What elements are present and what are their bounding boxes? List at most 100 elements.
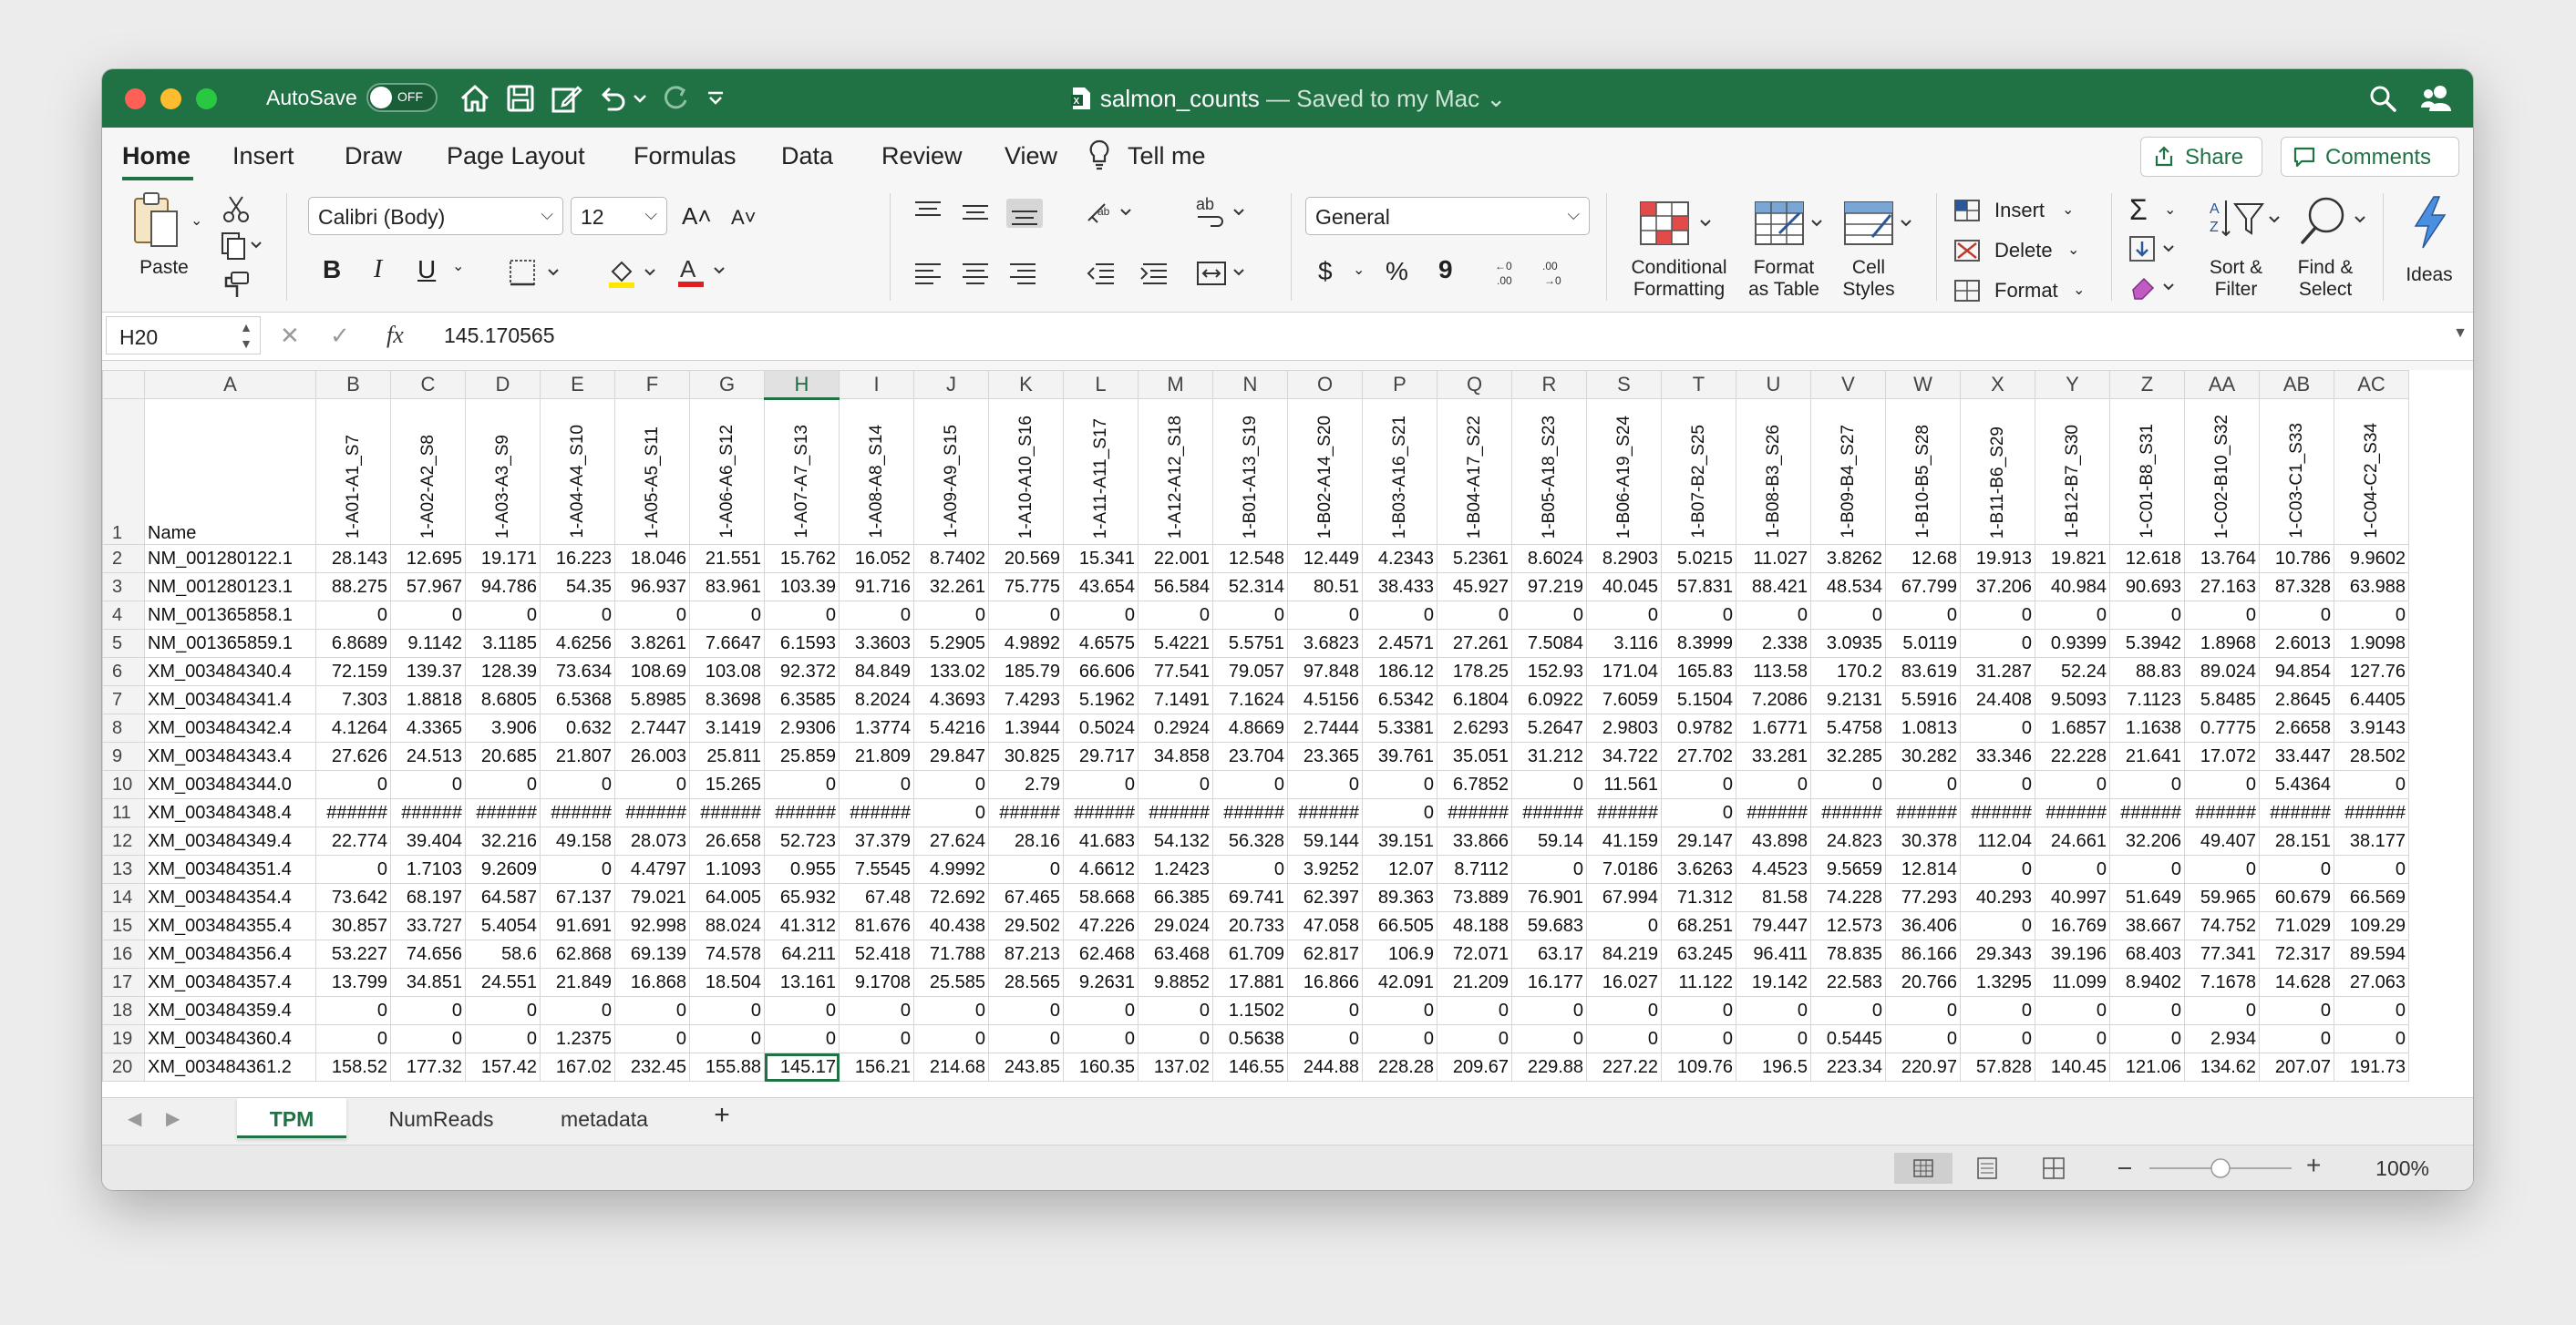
cell[interactable]: 2.9803 [1586,714,1662,743]
cell[interactable]: 66.569 [2334,883,2409,912]
cell[interactable]: 19.171 [465,544,541,573]
cell[interactable]: 0 [988,1024,1064,1053]
cell[interactable]: 146.55 [1212,1053,1288,1082]
cell[interactable]: 0.7775 [2184,714,2260,743]
percent-button[interactable]: % [1386,257,1408,286]
cell[interactable]: 0 [1511,996,1587,1025]
cell[interactable]: 67.48 [839,883,914,912]
cell[interactable]: 9.9602 [2334,544,2409,573]
cell[interactable]: 0 [1586,911,1662,940]
cell[interactable]: 22.583 [1810,968,1886,997]
cell[interactable]: 92.372 [764,657,840,686]
cell[interactable]: 38.177 [2334,827,2409,856]
cell[interactable]: 57.967 [390,572,466,601]
cell[interactable]: 78.835 [1810,940,1886,969]
cell[interactable]: 0 [2334,601,2409,630]
cell[interactable]: 20.766 [1885,968,1961,997]
cell[interactable]: 6.5342 [1362,685,1437,714]
cell[interactable]: 0 [1063,1024,1139,1053]
cell[interactable]: 15.762 [764,544,840,573]
wrap-text-icon[interactable]: ab [1194,193,1258,230]
cell[interactable]: 232.45 [614,1053,690,1082]
cell[interactable]: 63.988 [2334,572,2409,601]
cell[interactable]: 109.29 [2334,911,2409,940]
cell[interactable]: 87.328 [2259,572,2334,601]
cell[interactable]: 0 [1960,996,2035,1025]
increase-font-size-icon[interactable]: A˄ [682,202,712,231]
cell[interactable]: 0 [764,770,840,799]
cell[interactable]: 0 [614,1024,690,1053]
cell[interactable]: 185.79 [988,657,1064,686]
cell[interactable]: 7.5084 [1511,629,1587,658]
cell[interactable]: 157.42 [465,1053,541,1082]
cell[interactable]: 0 [1960,1024,2035,1053]
name-box[interactable]: H20 ▲ ▼ [106,316,261,354]
cell[interactable]: 140.45 [2035,1053,2110,1082]
cell[interactable]: 1-C02-B10_S32 [2184,398,2260,545]
cell[interactable]: ###### [1736,798,1811,827]
cell[interactable]: 52.314 [1212,572,1288,601]
row-header[interactable]: 6 [102,657,145,686]
cell[interactable]: ###### [2035,798,2110,827]
cell[interactable]: 11.122 [1661,968,1736,997]
cell[interactable]: 73.642 [315,883,391,912]
row-header[interactable]: 11 [102,798,145,827]
cell[interactable]: 66.606 [1063,657,1139,686]
cell[interactable]: 5.0215 [1661,544,1736,573]
cell[interactable]: XM_003484349.4 [144,827,316,856]
cell[interactable]: 56.328 [1212,827,1288,856]
cell[interactable]: 0 [1960,855,2035,884]
cell[interactable]: 77.541 [1138,657,1213,686]
cell[interactable]: 62.868 [540,940,615,969]
cell[interactable]: 155.88 [689,1053,765,1082]
cell[interactable]: 6.8689 [315,629,391,658]
cell[interactable]: 51.649 [2109,883,2185,912]
cell[interactable]: 0 [1810,601,1886,630]
cell[interactable]: 227.22 [1586,1053,1662,1082]
cell[interactable]: 41.683 [1063,827,1139,856]
cell[interactable]: 0 [2109,855,2185,884]
fill-color-icon[interactable] [605,257,669,290]
cell[interactable]: 0 [390,1024,466,1053]
row-header[interactable]: 13 [102,855,145,884]
cell[interactable]: 1-B11-B6_S29 [1960,398,2035,545]
cell[interactable]: 0 [2035,855,2110,884]
cell[interactable]: 0 [1287,996,1363,1025]
sheet-tab-tpm[interactable]: TPM [237,1098,346,1138]
cell[interactable]: 72.071 [1437,940,1512,969]
format-painter-icon[interactable] [219,270,252,301]
underline-dropdown-icon[interactable]: ⌄ [452,257,464,275]
confirm-formula-icon[interactable]: ✓ [330,322,350,350]
cell[interactable]: 36.406 [1885,911,1961,940]
cell[interactable]: 2.6013 [2259,629,2334,658]
cell[interactable]: 9.1708 [839,968,914,997]
cell[interactable]: 0 [1960,770,2035,799]
cell-styles-icon[interactable] [1841,199,1923,250]
cell[interactable]: 160.35 [1063,1053,1139,1082]
cell[interactable]: ###### [1138,798,1213,827]
column-header[interactable]: T [1661,370,1736,399]
cell[interactable]: 0 [1736,996,1811,1025]
cell[interactable]: 145.17 [764,1053,840,1082]
delete-cells-button[interactable]: Delete [1994,239,2053,262]
cell[interactable]: 0 [1063,770,1139,799]
cell[interactable]: 61.709 [1212,940,1288,969]
cell[interactable]: XM_003484356.4 [144,940,316,969]
cell[interactable]: 0 [1661,601,1736,630]
cell[interactable]: 0.9399 [2035,629,2110,658]
cell[interactable]: 178.25 [1437,657,1512,686]
cell[interactable]: 66.385 [1138,883,1213,912]
cell[interactable]: 74.656 [390,940,466,969]
cell[interactable]: 0 [614,770,690,799]
tab-home[interactable]: Home [122,142,191,170]
cell[interactable]: 91.691 [540,911,615,940]
formula-value[interactable]: 145.170565 [444,324,555,348]
indent-icons[interactable] [1085,257,1185,290]
cell[interactable]: 228.28 [1362,1053,1437,1082]
cell[interactable]: 2.7444 [1287,714,1363,743]
orientation-icon[interactable]: ab [1085,197,1136,230]
title-chevron-icon[interactable]: ⌄ [1486,85,1506,112]
cell[interactable]: 12.07 [1362,855,1437,884]
cell[interactable]: 127.76 [2334,657,2409,686]
search-icon[interactable] [2366,82,2399,115]
